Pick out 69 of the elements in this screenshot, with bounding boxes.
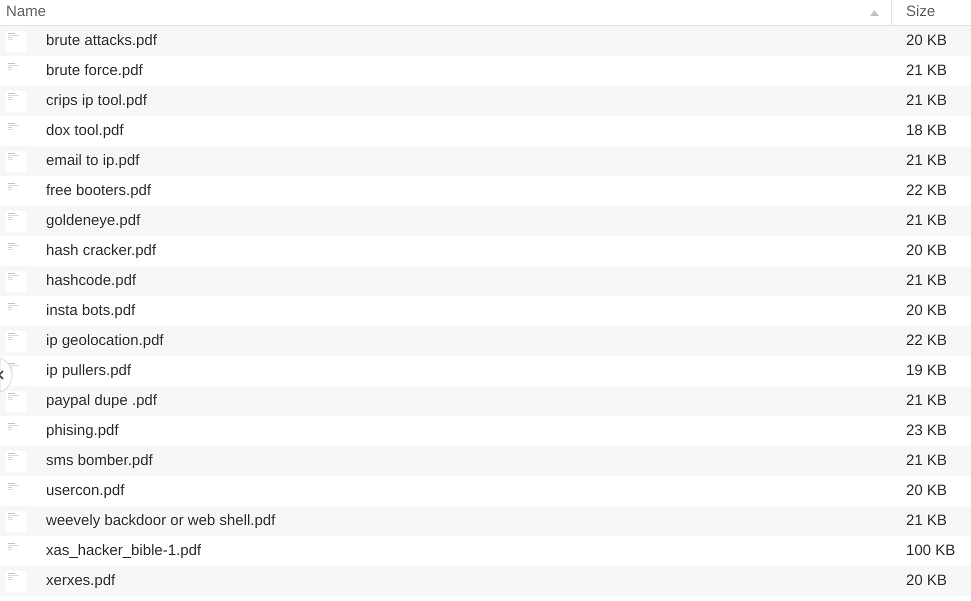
file-name[interactable]: xas_hacker_bible-1.pdf <box>46 540 202 562</box>
pdf-page-icon <box>8 242 19 250</box>
file-size: 21 KB <box>905 90 947 111</box>
file-size: 21 KB <box>905 450 947 471</box>
file-size: 21 KB <box>905 210 947 231</box>
file-row[interactable]: hashcode.pdf 21 KB <box>0 266 971 296</box>
pdf-page-icon <box>6 390 27 412</box>
pdf-page-icon <box>6 570 27 592</box>
file-row[interactable]: goldeneye.pdf 21 KB <box>0 206 971 236</box>
pdf-page-icon <box>6 510 27 532</box>
pdf-page-icon <box>6 30 27 52</box>
side-handle-icon[interactable] <box>0 357 13 393</box>
file-size: 21 KB <box>905 270 947 291</box>
file-name[interactable]: goldeneye.pdf <box>46 210 140 232</box>
file-row[interactable]: crips ip tool.pdf 21 KB <box>0 86 971 116</box>
pdf-page-icon <box>6 450 27 472</box>
file-name[interactable]: sms bomber.pdf <box>46 450 153 472</box>
file-row[interactable]: brute attacks.pdf 20 KB <box>0 26 971 56</box>
file-name[interactable]: ip pullers.pdf <box>46 360 132 382</box>
file-name[interactable]: free booters.pdf <box>46 180 152 202</box>
file-row[interactable]: xerxes.pdf 20 KB <box>0 566 971 596</box>
file-name[interactable]: crips ip tool.pdf <box>46 90 147 112</box>
file-row[interactable]: email to ip.pdf 21 KB <box>0 146 971 176</box>
file-name[interactable]: email to ip.pdf <box>46 150 140 172</box>
pdf-page-icon <box>8 62 19 70</box>
file-name[interactable]: usercon.pdf <box>46 480 124 502</box>
file-name[interactable]: brute force.pdf <box>46 60 143 82</box>
pdf-page-icon <box>8 482 19 490</box>
file-name[interactable]: paypal dupe .pdf <box>46 390 157 412</box>
pdf-page-icon <box>8 542 19 550</box>
pdf-page-icon <box>6 270 27 292</box>
file-size: 22 KB <box>905 180 947 201</box>
file-name[interactable]: insta bots.pdf <box>46 300 136 322</box>
file-name[interactable]: dox tool.pdf <box>46 120 124 142</box>
pdf-page-icon <box>6 150 27 172</box>
file-size: 19 KB <box>905 360 947 381</box>
file-row[interactable]: sms bomber.pdf 21 KB <box>0 446 971 476</box>
file-size: 20 KB <box>905 30 947 51</box>
file-row[interactable]: paypal dupe .pdf 21 KB <box>0 386 971 416</box>
file-name[interactable]: hashcode.pdf <box>46 270 136 292</box>
file-name[interactable]: brute attacks.pdf <box>46 30 157 52</box>
file-size: 18 KB <box>905 120 947 141</box>
pdf-page-icon <box>8 182 19 190</box>
file-name[interactable]: weevely backdoor or web shell.pdf <box>46 510 276 532</box>
file-size: 21 KB <box>905 390 947 411</box>
pdf-page-icon <box>8 422 19 430</box>
pdf-page-icon <box>8 122 19 130</box>
file-name[interactable]: ip geolocation.pdf <box>46 330 164 352</box>
file-size: 20 KB <box>905 570 947 591</box>
file-size: 21 KB <box>905 60 947 81</box>
pdf-page-icon <box>6 210 27 232</box>
file-name[interactable]: phising.pdf <box>46 420 119 442</box>
file-name[interactable]: xerxes.pdf <box>46 570 116 592</box>
file-size: 21 KB <box>905 510 947 531</box>
file-row[interactable]: weevely backdoor or web shell.pdf 21 KB <box>0 506 971 536</box>
file-size: 22 KB <box>905 330 947 351</box>
file-size: 100 KB <box>905 540 956 561</box>
file-size: 20 KB <box>905 300 947 321</box>
file-name[interactable]: hash cracker.pdf <box>46 240 156 262</box>
file-size: 21 KB <box>905 150 947 171</box>
column-header[interactable]: Name <box>0 0 892 25</box>
file-size: 23 KB <box>905 420 947 441</box>
pdf-page-icon <box>6 330 27 352</box>
column-header[interactable]: Size <box>892 0 971 25</box>
file-size: 20 KB <box>905 240 947 261</box>
file-row[interactable]: ip geolocation.pdf 22 KB <box>0 326 971 356</box>
pdf-page-icon <box>8 302 19 310</box>
file-size: 20 KB <box>905 480 947 501</box>
pdf-page-icon <box>6 90 27 112</box>
